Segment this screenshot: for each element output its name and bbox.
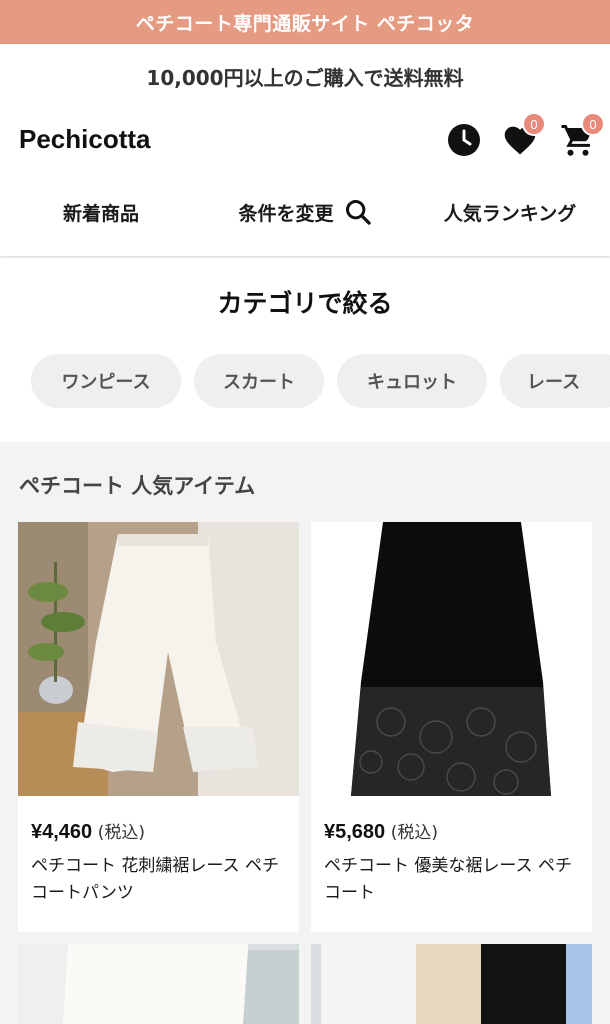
site-header: 10,000円以上のご購入で送料無料 Pechicotta 0 0 新着商品 条… — [0, 44, 610, 256]
price-value: ¥5,680 — [324, 821, 386, 843]
cart-count-badge: 0 — [581, 112, 605, 136]
category-title: カテゴリで絞る — [217, 289, 393, 318]
category-filter-section: カテゴリで絞る ワンピース スカート キュロット レース — [0, 258, 610, 442]
banner-text: ペチコート専門通販サイト ペチコッタ — [135, 12, 475, 35]
product-card[interactable]: ¥4,460 (税込) ペチコート 花刺繍裾レース ペチコートパンツ — [18, 522, 299, 932]
nav-change-conditions-label: 条件を変更 — [238, 202, 334, 225]
tax-label: (税込) — [97, 823, 145, 843]
nav-change-conditions[interactable]: 条件を変更 — [205, 184, 405, 240]
category-chip-lace[interactable]: レース — [500, 354, 610, 408]
cart-button[interactable]: 0 — [557, 112, 605, 160]
clock-icon — [448, 124, 480, 156]
category-chip-row[interactable]: ワンピース スカート キュロット レース — [0, 354, 610, 410]
product-image[interactable] — [18, 522, 299, 796]
top-banner: ペチコート専門通販サイト ペチコッタ — [0, 0, 610, 44]
nav-new-items-label: 新着商品 — [62, 202, 139, 225]
history-button[interactable] — [444, 120, 484, 160]
product-image[interactable] — [311, 944, 592, 1024]
shipping-notice: 10,000円以上のご購入で送料無料 — [146, 66, 464, 90]
nav-ranking-label: 人気ランキング — [443, 202, 577, 225]
product-price: ¥4,460 (税込) — [31, 818, 145, 844]
main-nav: 新着商品 条件を変更 人気ランキング — [0, 184, 610, 240]
search-icon — [345, 199, 371, 225]
product-price: ¥5,680 (税込) — [324, 818, 438, 844]
nav-ranking[interactable]: 人気ランキング — [420, 184, 600, 240]
category-chip-onepiece[interactable]: ワンピース — [31, 354, 181, 408]
tax-label: (税込) — [390, 823, 438, 843]
product-card[interactable] — [311, 944, 592, 1024]
product-card[interactable]: ¥5,680 (税込) ペチコート 優美な裾レース ペチコート — [311, 522, 592, 932]
product-image[interactable] — [18, 944, 299, 1024]
product-name[interactable]: ペチコート 花刺繍裾レース ペチコートパンツ — [31, 853, 293, 907]
product-name[interactable]: ペチコート 優美な裾レース ペチコート — [324, 853, 586, 907]
popular-items-heading: ペチコート 人気アイテム — [19, 474, 256, 498]
site-logo[interactable]: Pechicotta — [19, 124, 151, 155]
favorites-count-badge: 0 — [522, 112, 546, 136]
nav-new-items[interactable]: 新着商品 — [20, 184, 182, 240]
product-image[interactable] — [311, 522, 592, 796]
favorites-button[interactable]: 0 — [500, 112, 546, 160]
category-chip-skirt[interactable]: スカート — [194, 354, 324, 408]
product-card[interactable] — [18, 944, 299, 1024]
price-value: ¥4,460 — [31, 821, 93, 843]
category-chip-culotte[interactable]: キュロット — [337, 354, 487, 408]
